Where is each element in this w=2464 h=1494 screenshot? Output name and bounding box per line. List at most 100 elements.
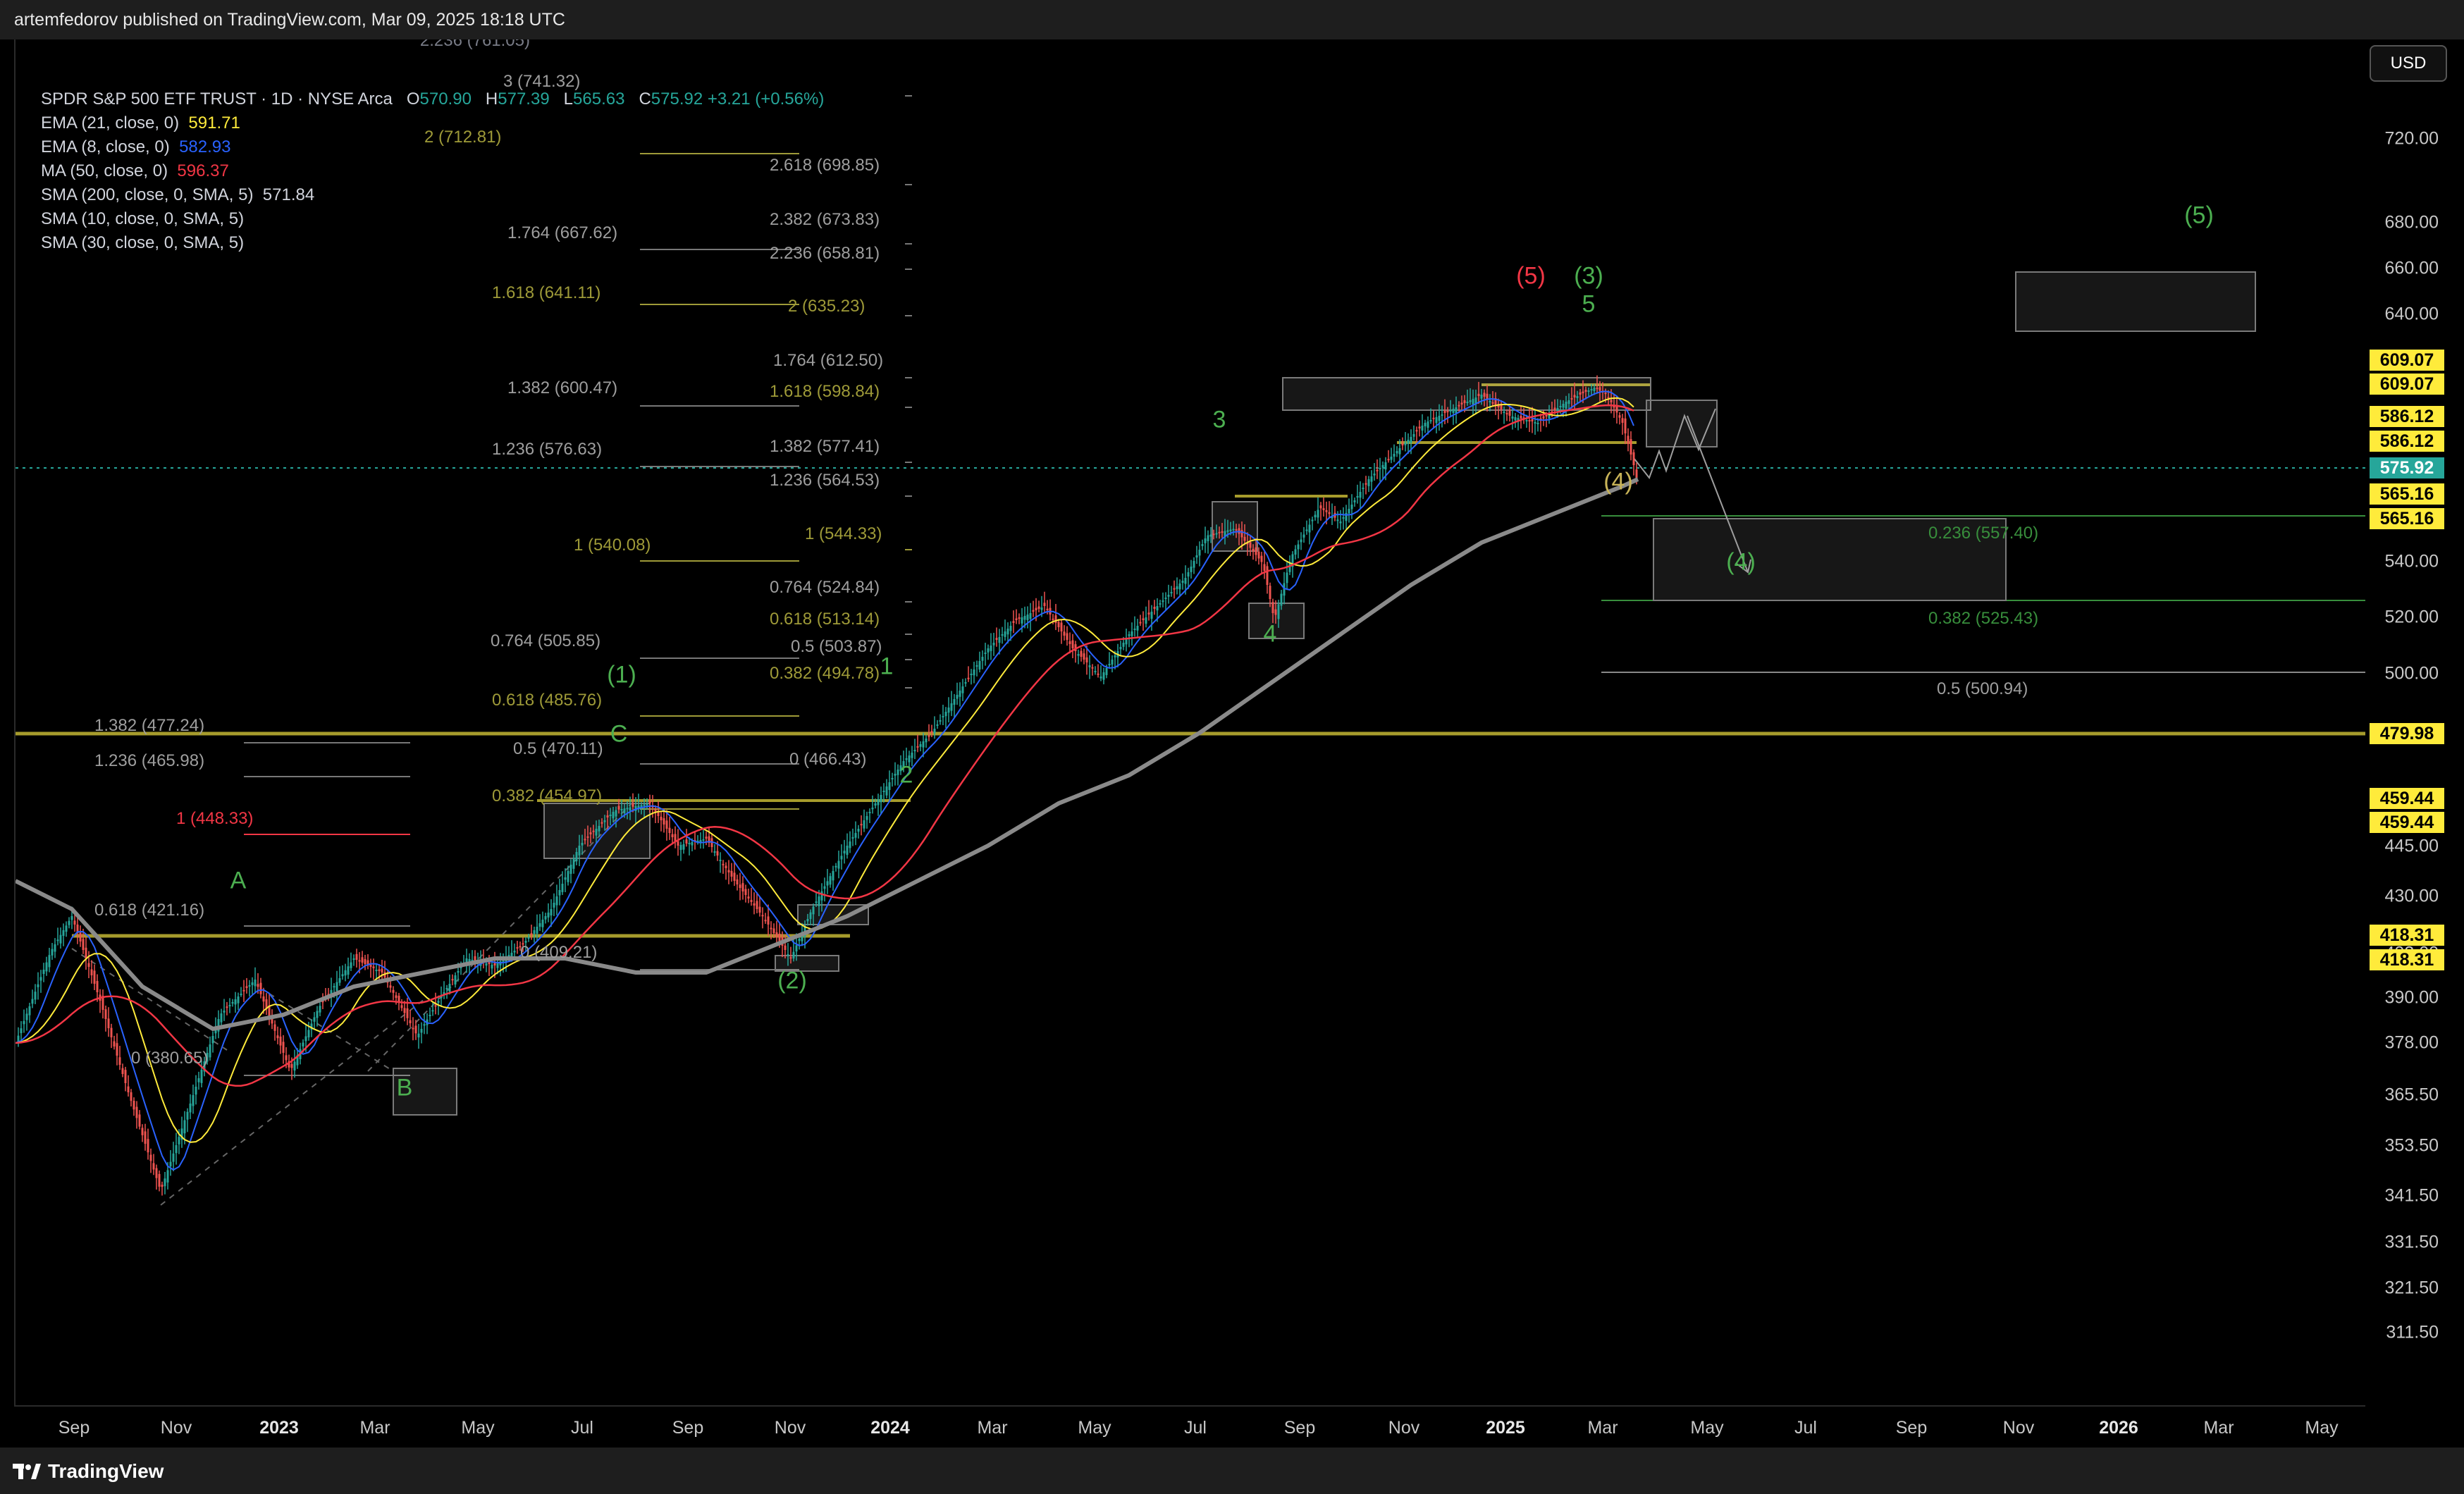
candle-body [79,932,82,942]
candle-body [1046,608,1049,610]
candle-body [1542,416,1545,419]
candle-body [1418,426,1421,428]
candle-body [719,860,722,861]
candle-body [1624,418,1627,433]
candle-body [1057,622,1060,627]
tradingview-logo[interactable]: TradingView [13,1460,164,1483]
indicator-row[interactable]: SMA (30, close, 0, SMA, 5) [41,231,824,255]
indicator-row[interactable]: EMA (21, close, 0) 591.71 [41,111,824,135]
candle-body [496,963,499,968]
chart-legend[interactable]: SPDR S&P 500 ETF TRUST · 1D · NYSE Arca … [41,87,824,255]
fib-level-label: 0.5 (470.11) [513,739,603,758]
candle-body [1610,400,1613,402]
fib-level-label: 0 (466.43) [789,750,867,769]
candle-body [186,1111,189,1120]
candle-body [245,986,248,988]
time-year-label: 2026 [2099,1418,2138,1438]
indicator-name: SMA (10, close, 0, SMA, 5) [41,209,245,228]
time-month-label: Mar [359,1418,390,1438]
fib-level-label: 1.236 (564.53) [770,471,880,490]
candle-body [600,822,603,824]
candle-body [1023,616,1026,620]
candle-body [1037,606,1040,609]
candle-body [378,969,381,971]
candle-body [254,980,257,987]
candle-body [73,920,76,925]
candle-body [1190,567,1193,572]
indicator-row[interactable]: EMA (8, close, 0) 582.93 [41,135,824,159]
price-badge: 586.12 [2370,431,2444,452]
candle-body [1193,561,1195,568]
candle-body [189,1103,192,1113]
indicator-row[interactable]: SMA (10, close, 0, SMA, 5) [41,207,824,231]
fib-level-label: 0.618 (513.14) [770,610,880,629]
candle-body [1410,437,1412,443]
candle-body [784,945,787,950]
candle-body [973,669,975,676]
time-year-label: 2024 [870,1418,910,1438]
time-month-label: Mar [2203,1418,2234,1438]
candle-body [1587,390,1590,392]
candle-body [888,782,891,790]
candle-body [457,971,460,973]
indicator-row[interactable]: MA (50, close, 0) 596.37 [41,159,824,183]
candle-body [558,890,561,896]
candle-body [1277,604,1280,619]
candle-body [874,803,877,806]
fib-level-label: 1.236 (576.63) [492,440,603,459]
candle-body [928,735,930,737]
fib-level-label: 0 (380.65) [131,1049,209,1068]
currency-button[interactable]: USD [2370,45,2447,82]
candle-body [437,1001,440,1004]
candle-body [1311,519,1314,521]
candle-body [868,812,871,813]
candle-body [606,815,609,817]
candle-body [133,1101,135,1110]
candle-body [257,984,259,987]
candle-body [916,746,919,748]
candle-body [668,827,671,833]
price-badge: 565.16 [2370,483,2444,505]
candle-body [1404,443,1407,445]
time-axis[interactable]: Sep Nov 2023 Mar May Jul Sep Nov 2024 Mar May Jul Se… [14,1405,2365,1449]
candle-body [1376,469,1379,471]
wave-dashed-line [160,999,425,1206]
candle-body [237,996,240,1004]
candle-body [603,820,606,822]
candle-body [538,923,541,927]
candle-body [756,901,758,909]
candle-body [304,1036,307,1042]
candle-body [158,1173,161,1187]
symbol-row[interactable]: SPDR S&P 500 ETF TRUST · 1D · NYSE Arca … [41,87,824,111]
wave-count-label: 2 [899,761,913,789]
candle-body [1367,479,1370,486]
candle-body [104,1009,107,1019]
candle-body [1170,592,1173,593]
candle-body [753,903,756,906]
candle-body [567,871,569,882]
candle-body [1503,412,1505,413]
symbol-title[interactable]: SPDR S&P 500 ETF TRUST · 1D · NYSE Arca [41,89,393,109]
candle-body [767,916,770,925]
indicator-row[interactable]: SMA (200, close, 0, SMA, 5) 571.84 [41,183,824,207]
candle-body [1348,509,1350,514]
candle-body [775,932,778,937]
candle-body [48,955,51,968]
candle-body [679,845,682,851]
candle-body [65,925,68,932]
candle-body [1249,542,1252,548]
candle-body [1099,677,1102,679]
candle-body [939,720,942,722]
candle-body [276,1035,279,1039]
candle-body [851,837,854,839]
publish-header: artemfedorov published on TradingView.co… [0,0,2464,39]
candle-body [1001,634,1004,636]
candle-body [231,1002,234,1004]
candle-body [806,919,809,922]
candle-body [1060,622,1063,631]
candle-body [1350,505,1353,510]
candle-body [259,982,262,994]
chart-pane[interactable]: 2.236 (761.05) 3 (741.32) 2 (712.81) 2.618 … [14,39,2368,1405]
price-axis[interactable]: 720.00680.00660.00640.00620.00600.00540.… [2365,39,2464,1405]
candle-body [1559,406,1562,407]
